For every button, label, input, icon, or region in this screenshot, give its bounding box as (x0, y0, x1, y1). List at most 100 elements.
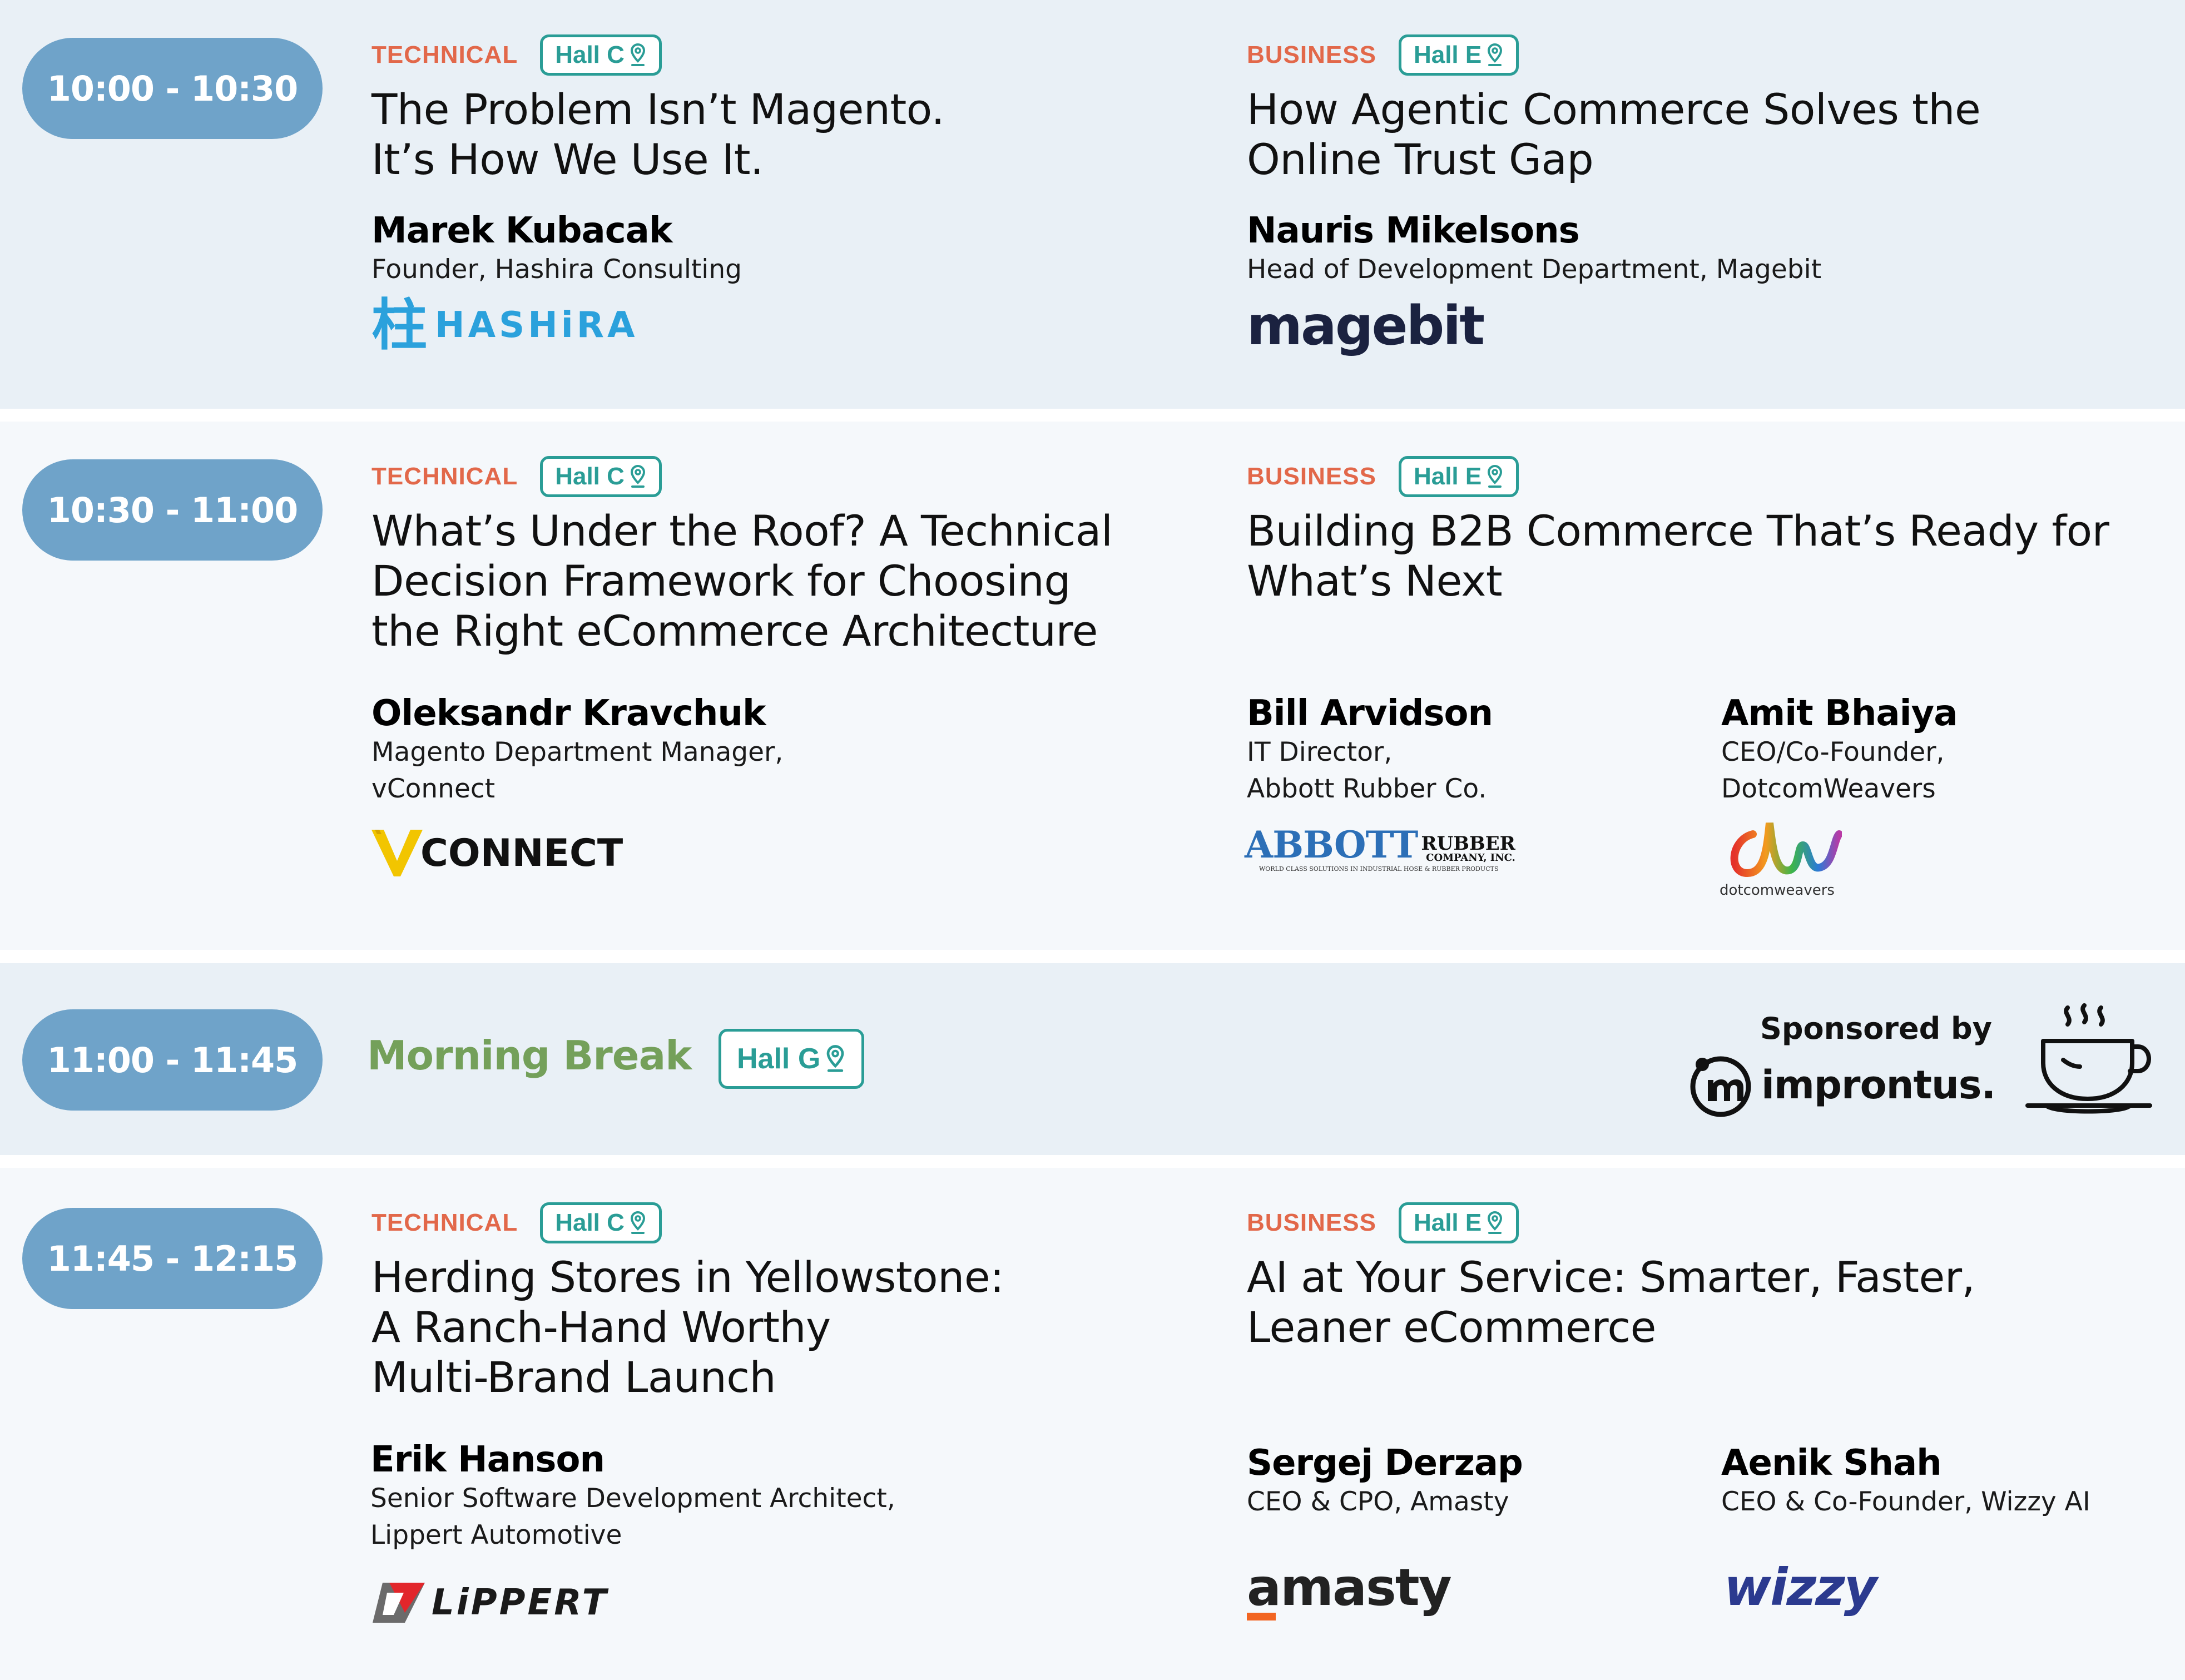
speaker-card: Marek Kubacak Founder, Hashira Consultin… (371, 210, 742, 288)
title-line: Online Trust Gap (1247, 135, 1594, 184)
session-technical[interactable]: TECHNICAL Hall C What’s Under the Roof? … (371, 454, 1206, 656)
speaker-card: Bill Arvidson IT Director, Abbott Rubber… (1247, 693, 1493, 807)
lippert-logo-text: LiPPERT (432, 1582, 609, 1623)
hall-badge[interactable]: Hall E (1398, 1202, 1519, 1243)
speaker-role: Magento Department Manager, (371, 737, 784, 767)
speaker-role: Senior Software Development Architect, (370, 1483, 895, 1514)
session-title: How Agentic Commerce Solves the Online T… (1247, 85, 2137, 185)
speaker-name: Aenik Shah (1721, 1443, 1942, 1484)
location-pin-icon (630, 43, 645, 66)
time-pill: 10:00 - 10:30 (22, 38, 323, 139)
session-title: Building B2B Commerce That’s Ready for W… (1247, 506, 2159, 606)
slot-row-4: 11:45 - 12:15 TECHNICAL Hall C Herding S… (0, 1168, 2185, 1680)
speaker-name: Marek Kubacak (371, 210, 672, 251)
session-title: Herding Stores in Yellowstone: A Ranch-H… (371, 1252, 1206, 1403)
track-label: TECHNICAL (371, 463, 518, 490)
title-line: What’s Under the Roof? A Technical (371, 506, 1113, 556)
coffee-cup-icon (2025, 1003, 2152, 1114)
session-business[interactable]: BUSINESS Hall E How Agentic Commerce Sol… (1247, 32, 2137, 185)
title-line: How Agentic Commerce Solves the (1247, 85, 1981, 134)
hall-badge[interactable]: Hall E (1398, 34, 1519, 76)
hall-badge[interactable]: Hall E (1398, 456, 1519, 497)
location-pin-icon (1488, 43, 1503, 66)
location-pin-icon (630, 464, 645, 488)
speaker-card: Erik Hanson Senior Software Development … (370, 1439, 895, 1554)
improntus-logo: improntus. (1688, 1052, 1996, 1118)
slot-row-1: 10:00 - 10:30 TECHNICAL Hall C The Probl… (0, 0, 2185, 409)
dotcomweavers-mark-icon (1730, 822, 1843, 878)
speaker-role: vConnect (371, 774, 496, 804)
slot-row-break: 11:00 - 11:45 Morning Break Hall G Spons… (0, 963, 2185, 1155)
hashira-logo-mark: 柱 (371, 293, 427, 358)
location-pin-icon (630, 1211, 645, 1234)
speaker-role: CEO & Co-Founder, Wizzy AI (1721, 1486, 2090, 1517)
abbott-logo-sub2: COMPANY, INC. (1426, 852, 1515, 864)
title-line: Herding Stores in Yellowstone: (371, 1252, 1004, 1302)
hall-label: Hall G (737, 1043, 821, 1075)
time-pill: 10:30 - 11:00 (22, 459, 323, 561)
abbott-logo-sub: RUBBER COMPANY, INC. (1421, 834, 1515, 863)
session-title: The Problem Isn’t Magento. It’s How We U… (371, 85, 1206, 185)
abbott-logo-sub1: RUBBER (1421, 832, 1515, 855)
improntus-m-icon (1690, 1056, 1751, 1117)
hall-label: Hall C (555, 41, 625, 68)
hashira-logo: 柱 HASHiRA (371, 298, 638, 353)
track-label: TECHNICAL (371, 1209, 518, 1236)
title-line: It’s How We Use It. (371, 135, 764, 184)
location-pin-icon (826, 1045, 844, 1072)
dotcomweavers-logo-text: dotcomweavers (1720, 882, 1835, 899)
title-line: Multi-Brand Launch (371, 1352, 776, 1402)
vconnect-logo: CONNECT (371, 826, 623, 880)
speaker-role: IT Director, (1247, 737, 1393, 767)
vconnect-logo-text: CONNECT (420, 831, 623, 875)
lippert-mark-icon (373, 1583, 425, 1623)
abbott-logo-text: ABBOTT (1245, 823, 1418, 866)
speaker-card: Sergej Derzap CEO & CPO, Amasty (1247, 1443, 1523, 1520)
speaker-name: Oleksandr Kravchuk (371, 693, 766, 734)
dotcomweavers-logo: dotcomweavers (1720, 817, 1843, 899)
hall-label: Hall E (1413, 463, 1482, 490)
magebit-logo: magebit (1247, 295, 1485, 357)
title-line: The Problem Isn’t Magento. (371, 85, 945, 134)
session-title: What’s Under the Roof? A Technical Decis… (371, 506, 1206, 656)
hashira-logo-text: HASHiRA (435, 305, 638, 346)
break-title: Morning Break (367, 1032, 692, 1079)
title-line: Leaner eCommerce (1247, 1302, 1656, 1352)
speaker-name: Amit Bhaiya (1721, 693, 1958, 734)
hall-badge[interactable]: Hall C (540, 1202, 662, 1243)
speaker-name: Nauris Mikelsons (1247, 210, 1580, 251)
abbott-logo: ABBOTT RUBBER COMPANY, INC. WORLD CLASS … (1245, 826, 1515, 873)
session-title: AI at Your Service: Smarter, Faster, Lea… (1247, 1252, 2159, 1352)
improntus-logo-text: improntus. (1761, 1062, 1996, 1108)
amasty-logo-text: amasty (1247, 1558, 1452, 1617)
title-line: Building B2B Commerce That’s Ready for (1247, 506, 2109, 556)
hall-label: Hall C (555, 1209, 625, 1236)
track-label: BUSINESS (1247, 463, 1376, 490)
wizzy-logo: wizzy (1724, 1558, 1877, 1617)
hall-badge[interactable]: Hall C (540, 34, 662, 76)
speaker-role: CEO/Co-Founder, (1721, 737, 1945, 767)
location-pin-icon (1488, 464, 1503, 488)
title-line: the Right eCommerce Architecture (371, 606, 1098, 656)
time-pill: 11:00 - 11:45 (22, 1009, 323, 1111)
time-pill: 11:45 - 12:15 (22, 1208, 323, 1309)
speaker-role: Abbott Rubber Co. (1247, 774, 1487, 804)
track-label: BUSINESS (1247, 41, 1376, 68)
track-label: BUSINESS (1247, 1209, 1376, 1236)
speaker-name: Bill Arvidson (1247, 693, 1493, 734)
title-line: A Ranch-Hand Worthy (371, 1302, 831, 1352)
hall-badge[interactable]: Hall G (719, 1029, 865, 1089)
speaker-name: Erik Hanson (370, 1439, 605, 1480)
session-business[interactable]: BUSINESS Hall E Building B2B Commerce Th… (1247, 454, 2159, 606)
hall-badge[interactable]: Hall C (540, 456, 662, 497)
speaker-card: Aenik Shah CEO & Co-Founder, Wizzy AI (1721, 1443, 2090, 1520)
session-technical[interactable]: TECHNICAL Hall C Herding Stores in Yello… (371, 1200, 1206, 1403)
session-technical[interactable]: TECHNICAL Hall C The Problem Isn’t Magen… (371, 32, 1206, 185)
slot-row-2: 10:30 - 11:00 TECHNICAL Hall C What’s Un… (0, 422, 2185, 950)
session-business[interactable]: BUSINESS Hall E AI at Your Service: Smar… (1247, 1200, 2159, 1352)
speaker-role: CEO & CPO, Amasty (1247, 1486, 1509, 1517)
speaker-card: Nauris Mikelsons Head of Development Dep… (1247, 210, 1821, 288)
sponsored-by-label: Sponsored by (1760, 1011, 1992, 1046)
speaker-role: DotcomWeavers (1721, 774, 1936, 804)
amasty-logo: amasty (1247, 1557, 1452, 1620)
